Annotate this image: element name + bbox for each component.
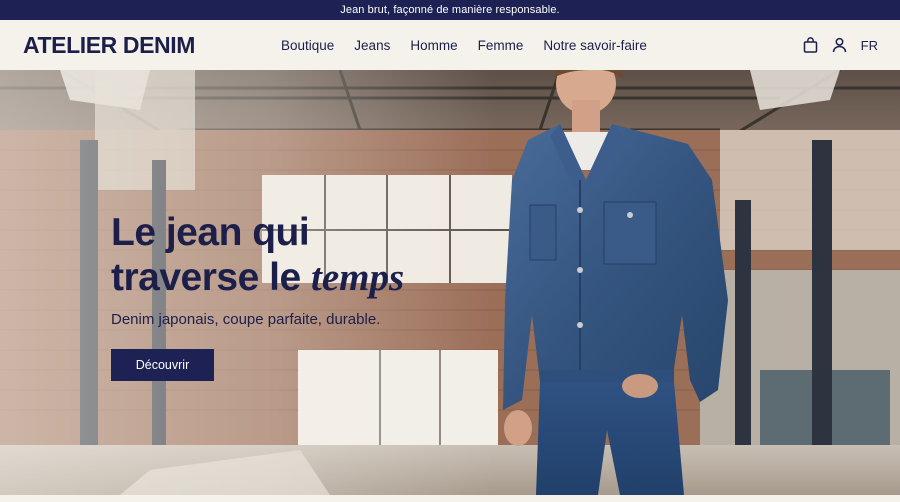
hero-title-italic: temps xyxy=(311,256,405,299)
hero-subtitle: Denim japonais, coupe parfaite, durable. xyxy=(111,311,381,328)
hero-title-line2: traverse le temps xyxy=(111,255,471,300)
announcement-bar: Jean brut, façonné de manière responsabl… xyxy=(0,0,900,20)
nav-boutique[interactable]: Boutique xyxy=(281,38,334,53)
hero-title-line1: Le jean qui xyxy=(111,211,310,254)
header-utilities: FR xyxy=(803,20,878,70)
nav-femme[interactable]: Femme xyxy=(478,38,524,53)
hero-banner: Le jean qui traverse le temps Denim japo… xyxy=(0,70,900,495)
hero-title: Le jean qui traverse le temps xyxy=(111,210,471,300)
page-bottom-strip xyxy=(0,495,900,502)
site-header: ATELIER DENIM Boutique Jeans Homme Femme… xyxy=(0,20,900,70)
hero-title-line2-plain: traverse le xyxy=(111,256,311,299)
discover-button[interactable]: Découvrir xyxy=(111,349,214,381)
shopping-bag-icon[interactable] xyxy=(803,37,819,53)
site-logo[interactable]: ATELIER DENIM xyxy=(23,32,195,59)
nav-jeans[interactable]: Jeans xyxy=(354,38,390,53)
main-nav: Boutique Jeans Homme Femme Notre savoir-… xyxy=(281,20,647,70)
nav-savoir-faire[interactable]: Notre savoir-faire xyxy=(543,38,647,53)
nav-homme[interactable]: Homme xyxy=(410,38,457,53)
language-selector[interactable]: FR xyxy=(861,38,878,53)
announcement-text: Jean brut, façonné de manière responsabl… xyxy=(340,4,560,16)
user-icon[interactable] xyxy=(832,37,848,53)
